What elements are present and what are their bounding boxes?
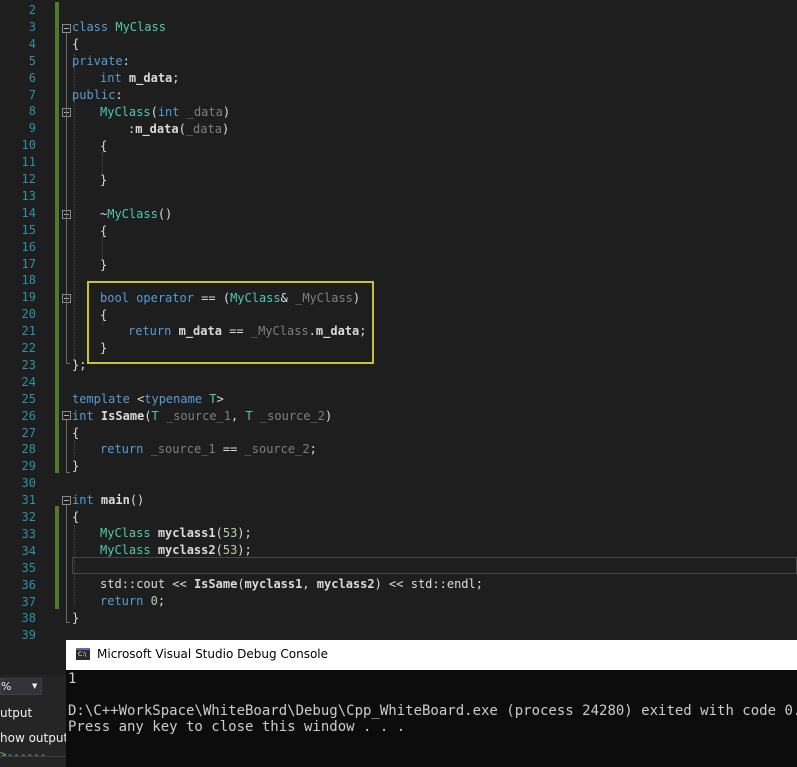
- line-number: 31: [21, 493, 36, 508]
- line-number: 11: [21, 155, 36, 170]
- line-number: 3: [28, 19, 36, 34]
- code-line-15: {: [100, 224, 108, 238]
- show-output-from-label: how output f: [0, 731, 66, 745]
- indent-guide: [74, 440, 75, 458]
- line-number: 29: [21, 459, 36, 474]
- code-line-31: int main(): [72, 493, 145, 507]
- fold-toggle-icon[interactable]: [62, 411, 71, 420]
- code-line-29: }: [72, 459, 80, 473]
- output-panel-title: utput: [0, 706, 33, 720]
- debug-console-window[interactable]: C:\ Microsoft Visual Studio Debug Consol…: [66, 640, 797, 767]
- fold-region-end: [66, 622, 70, 623]
- caret-down-icon: ▼: [32, 682, 38, 690]
- line-number: 24: [21, 374, 36, 389]
- output-divider: [0, 756, 66, 757]
- code-line-17: }: [100, 258, 108, 272]
- line-number: 16: [21, 239, 36, 254]
- console-app-icon: C:\: [76, 648, 90, 660]
- fold-region-line: [66, 505, 67, 622]
- output-arrow-text: >------: [0, 748, 47, 761]
- code-line-26: int IsSame(T _source_1, T _source_2): [72, 409, 333, 423]
- code-line-33: MyClass myclass1(53);: [100, 526, 252, 540]
- code-line-23: };: [72, 358, 87, 372]
- code-line-3: class MyClass: [72, 20, 166, 34]
- line-number: 37: [21, 594, 36, 609]
- console-output-line: Press any key to close this window . . .: [68, 719, 406, 735]
- code-line-10: {: [100, 139, 108, 153]
- change-indicator-bar: [55, 506, 59, 609]
- line-number: 6: [28, 70, 36, 85]
- zoom-value: %: [1, 680, 12, 693]
- code-line-5: private:: [72, 54, 130, 68]
- output-panel[interactable]: % ▼ utput how output f >------: [0, 675, 66, 767]
- line-number: 34: [21, 543, 36, 558]
- fold-region-line: [66, 33, 67, 363]
- code-line-4: {: [72, 37, 80, 51]
- line-number: 5: [28, 53, 36, 68]
- code-line-12: }: [100, 173, 108, 187]
- code-editor[interactable]: 2 3 4 5 6 7 8 9 10 11 12 13 14 15 16 17 18 19 20 21 22 23 24 25…: [0, 0, 797, 642]
- code-line-34: MyClass myclass2(53);: [100, 543, 252, 557]
- line-number: 19: [21, 290, 36, 305]
- console-output-line: D:\C++WorkSpace\WhiteBoard\Debug\Cpp_Whi…: [68, 703, 797, 719]
- console-title: Microsoft Visual Studio Debug Console: [97, 647, 329, 661]
- fold-toggle-icon[interactable]: [62, 24, 71, 33]
- change-indicator-bar: [55, 2, 59, 473]
- line-number: 18: [21, 273, 36, 288]
- line-number: 33: [21, 526, 36, 541]
- code-line-25: template <typename T>: [72, 392, 224, 406]
- line-number: 23: [21, 357, 36, 372]
- code-line-32: {: [72, 510, 80, 524]
- fold-region-end: [66, 472, 70, 473]
- code-line-38: }: [72, 611, 80, 625]
- line-number: 30: [21, 476, 36, 491]
- current-line-highlight: [72, 557, 797, 574]
- code-line-37: return 0;: [100, 594, 166, 608]
- code-line-27: {: [72, 426, 80, 440]
- line-number: 39: [21, 628, 36, 643]
- line-number: 36: [21, 577, 36, 592]
- line-number: 12: [21, 172, 36, 186]
- line-number: 13: [21, 188, 36, 203]
- fold-region-line: [66, 420, 67, 472]
- zoom-dropdown[interactable]: % ▼: [0, 678, 42, 695]
- line-number: 38: [21, 611, 36, 626]
- line-number: 21: [21, 324, 36, 339]
- line-number: 27: [21, 425, 36, 440]
- code-line-14: ~MyClass(): [100, 207, 173, 221]
- code-line-36: std::cout << IsSame(myclass1, myclass2) …: [100, 577, 483, 591]
- console-titlebar[interactable]: C:\ Microsoft Visual Studio Debug Consol…: [66, 640, 797, 670]
- line-number: 10: [21, 138, 36, 153]
- line-number: 26: [21, 408, 36, 423]
- line-number: 15: [21, 222, 36, 237]
- line-number: 32: [21, 510, 36, 524]
- line-number: 22: [21, 341, 36, 355]
- line-number: 2: [28, 3, 36, 17]
- code-line-6: int m_data;: [100, 71, 180, 85]
- code-line-28: return _source_1 == _source_2;: [100, 442, 317, 456]
- line-number: 17: [21, 256, 36, 271]
- indent-guide: [102, 237, 103, 259]
- fold-region-end: [66, 363, 70, 364]
- line-number: 7: [28, 87, 36, 102]
- code-line-7: public:: [72, 88, 123, 102]
- line-number: 4: [28, 36, 36, 51]
- fold-toggle-icon[interactable]: [62, 496, 71, 505]
- highlighted-operator-box: [87, 281, 374, 364]
- line-number: 8: [28, 104, 36, 119]
- code-line-8: MyClass(int _data): [100, 105, 231, 119]
- line-number: 14: [21, 205, 36, 220]
- console-output-line: 1: [68, 671, 77, 687]
- line-number: 20: [21, 307, 36, 322]
- indent-guide: [102, 152, 103, 174]
- line-number: 25: [21, 391, 36, 406]
- line-number: 28: [21, 442, 36, 457]
- line-number: 35: [21, 560, 36, 575]
- line-number: 9: [28, 121, 36, 136]
- code-line-9: :m_data(_data): [128, 122, 230, 136]
